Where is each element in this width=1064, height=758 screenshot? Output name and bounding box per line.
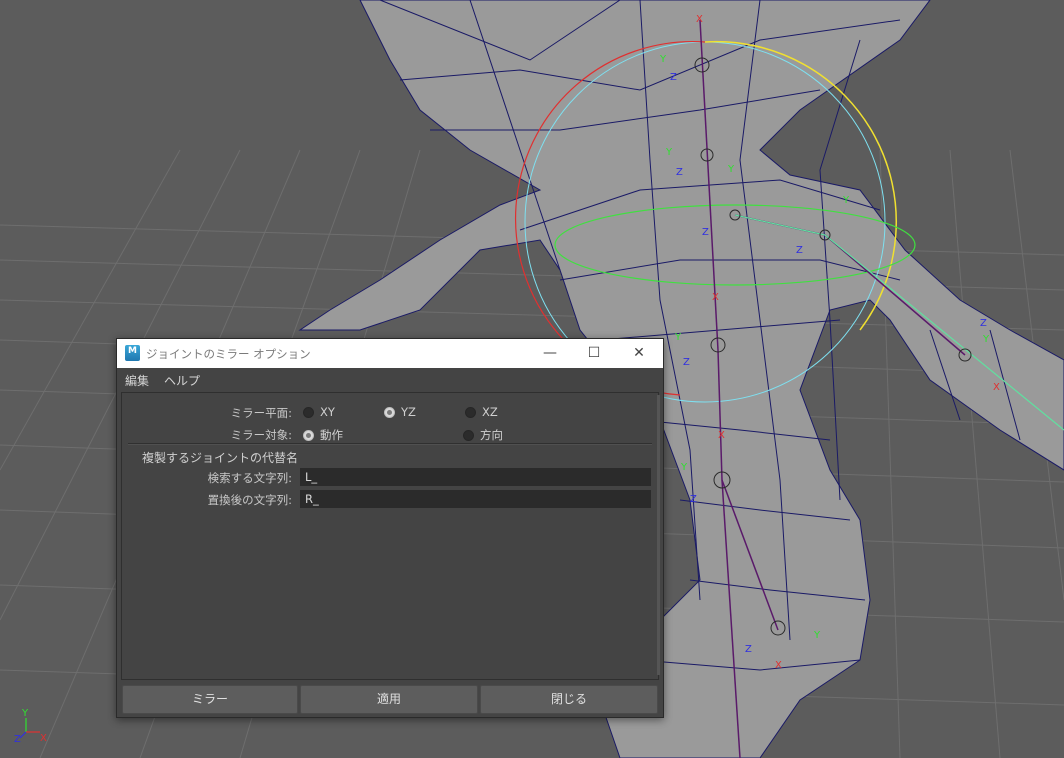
mirror-joint-options-dialog: M ジョイントのミラー オプション — ☐ ✕ 編集 ヘルプ ミラー平面: XY… xyxy=(116,338,664,718)
svg-text:Y: Y xyxy=(680,462,688,473)
svg-text:Z: Z xyxy=(670,72,677,83)
svg-text:Y: Y xyxy=(842,195,850,206)
radio-target-behavior[interactable]: 動作 xyxy=(303,427,343,443)
maya-app-icon: M xyxy=(125,345,140,361)
radio-label: 動作 xyxy=(320,428,343,442)
svg-text:X: X xyxy=(993,382,1000,393)
gizmo-y-label: Y xyxy=(21,708,29,719)
mirror-plane-label: ミラー平面: xyxy=(230,406,292,420)
radio-indicator xyxy=(303,406,314,418)
radio-indicator xyxy=(463,429,474,441)
svg-text:X: X xyxy=(718,430,725,441)
svg-text:Z: Z xyxy=(690,494,697,505)
svg-text:Y: Y xyxy=(674,332,682,343)
radio-plane-yz[interactable]: YZ xyxy=(384,405,416,419)
radio-plane-xy[interactable]: XY xyxy=(303,405,335,419)
options-panel: ミラー平面: XY YZ XZ ミラー対象: 動作 方向 複製するジョイントの代… xyxy=(121,392,660,680)
radio-label: XZ xyxy=(482,405,498,419)
menu-help[interactable]: ヘルプ xyxy=(164,372,200,389)
dialog-footer: ミラー 適用 閉じる xyxy=(121,683,659,714)
radio-plane-xz[interactable]: XZ xyxy=(465,405,498,419)
maximize-button[interactable]: ☐ xyxy=(571,339,617,368)
close-button[interactable]: 閉じる xyxy=(480,685,658,714)
svg-text:Z: Z xyxy=(702,227,709,238)
radio-indicator xyxy=(303,429,314,441)
search-string-label: 検索する文字列: xyxy=(207,471,292,485)
minimize-button[interactable]: — xyxy=(527,339,573,368)
radio-indicator xyxy=(384,406,395,418)
svg-text:Z: Z xyxy=(745,644,752,655)
replace-string-label: 置換後の文字列: xyxy=(207,493,292,507)
apply-button[interactable]: 適用 xyxy=(300,685,478,714)
svg-text:Y: Y xyxy=(727,164,735,175)
section-divider xyxy=(128,443,652,445)
svg-text:Z: Z xyxy=(676,167,683,178)
replacement-section-title: 複製するジョイントの代替名 xyxy=(142,451,299,465)
dialog-titlebar[interactable]: M ジョイントのミラー オプション — ☐ ✕ xyxy=(117,339,663,368)
svg-text:Y: Y xyxy=(982,334,990,345)
svg-text:Z: Z xyxy=(683,357,690,368)
close-window-button[interactable]: ✕ xyxy=(616,339,662,368)
radio-label: XY xyxy=(320,405,335,419)
search-string-input[interactable] xyxy=(300,468,651,486)
svg-text:X: X xyxy=(696,14,703,25)
dialog-title: ジョイントのミラー オプション xyxy=(146,347,311,361)
radio-label: 方向 xyxy=(480,428,503,442)
svg-text:Z: Z xyxy=(980,318,987,329)
radio-label: YZ xyxy=(401,405,416,419)
gizmo-x-label: X xyxy=(40,733,47,744)
menu-bar: 編集 ヘルプ xyxy=(117,368,663,390)
svg-text:Y: Y xyxy=(665,147,673,158)
menu-edit[interactable]: 編集 xyxy=(125,372,149,389)
scrollbar[interactable] xyxy=(657,395,660,675)
svg-text:X: X xyxy=(775,660,782,671)
svg-text:Y: Y xyxy=(659,54,667,65)
gizmo-z-label: Z xyxy=(14,734,21,745)
svg-text:Z: Z xyxy=(796,245,803,256)
mirror-button[interactable]: ミラー xyxy=(122,685,298,714)
radio-indicator xyxy=(465,406,476,418)
replace-string-input[interactable] xyxy=(300,490,651,508)
svg-text:Y: Y xyxy=(813,630,821,641)
radio-target-orientation[interactable]: 方向 xyxy=(463,427,503,443)
mirror-target-label: ミラー対象: xyxy=(230,428,292,442)
svg-text:X: X xyxy=(712,292,719,303)
